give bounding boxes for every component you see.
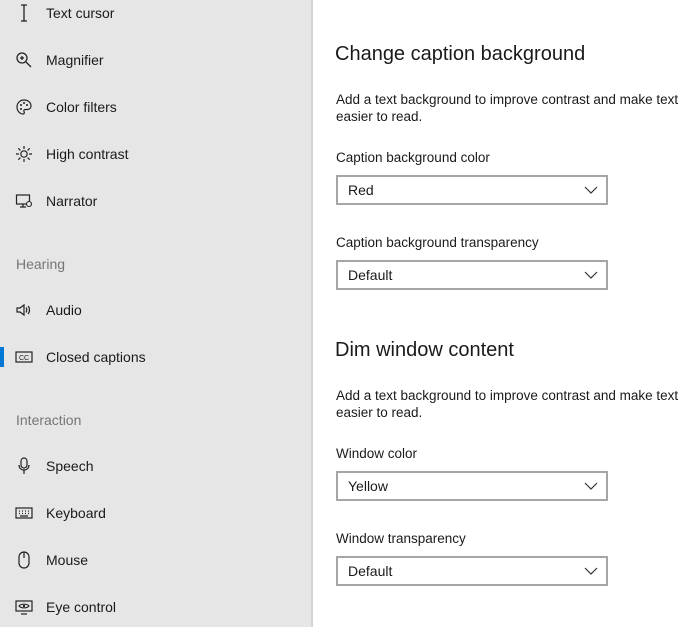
- settings-content: Change caption background Add a text bac…: [313, 0, 700, 627]
- sidebar-item-eye-control[interactable]: Eye control: [0, 587, 311, 627]
- sidebar-item-keyboard[interactable]: Keyboard: [0, 493, 311, 533]
- sidebar-item-label: Closed captions: [46, 349, 146, 365]
- dropdown-value: Yellow: [348, 478, 388, 494]
- sidebar-item-label: Speech: [46, 458, 94, 474]
- chevron-down-icon: [584, 567, 598, 575]
- dropdown-value: Red: [348, 182, 374, 198]
- caption-background-description: Add a text background to improve contras…: [336, 92, 679, 124]
- section-heading-interaction: Interaction: [16, 412, 82, 428]
- svg-text:CC: CC: [19, 355, 29, 362]
- sidebar-item-text-cursor[interactable]: Text cursor: [0, 0, 311, 33]
- sidebar-item-high-contrast[interactable]: High contrast: [0, 134, 311, 174]
- chevron-down-icon: [584, 271, 598, 279]
- window-color-label: Window color: [336, 446, 418, 461]
- sidebar-item-audio[interactable]: Audio: [0, 290, 311, 330]
- narrator-icon: [14, 191, 34, 211]
- chevron-down-icon: [584, 186, 598, 194]
- sidebar-item-label: Audio: [46, 302, 82, 318]
- speaker-icon: [14, 300, 34, 320]
- sidebar-item-mouse[interactable]: Mouse: [0, 540, 311, 580]
- dim-window-description: Add a text background to improve contras…: [336, 388, 679, 420]
- dropdown-value: Default: [348, 563, 393, 579]
- window-transparency-dropdown[interactable]: Default: [336, 556, 608, 586]
- dropdown-value: Default: [348, 267, 393, 283]
- sidebar-item-label: Text cursor: [46, 5, 115, 21]
- text-cursor-icon: [14, 3, 34, 23]
- caption-background-transparency-dropdown[interactable]: Default: [336, 260, 608, 290]
- eye-control-icon: [14, 597, 34, 617]
- caption-background-color-label: Caption background color: [336, 150, 490, 165]
- section-heading-hearing: Hearing: [16, 256, 66, 272]
- sidebar-item-color-filters[interactable]: Color filters: [0, 87, 311, 127]
- caption-background-color-dropdown[interactable]: Red: [336, 175, 608, 205]
- window-color-dropdown[interactable]: Yellow: [336, 471, 608, 501]
- keyboard-icon: [14, 503, 34, 523]
- sidebar-item-label: Magnifier: [46, 52, 104, 68]
- palette-icon: [14, 97, 34, 117]
- sidebar-item-label: Color filters: [46, 99, 117, 115]
- sidebar-item-label: Mouse: [46, 552, 89, 568]
- sidebar-item-label: Narrator: [46, 193, 98, 209]
- chevron-down-icon: [584, 482, 598, 490]
- sidebar-item-speech[interactable]: Speech: [0, 446, 311, 486]
- sidebar-item-label: High contrast: [46, 146, 129, 162]
- sidebar-item-label: Eye control: [46, 599, 117, 615]
- closed-captions-icon: CC: [14, 347, 34, 367]
- window-transparency-label: Window transparency: [336, 531, 466, 546]
- settings-sidebar: Text cursor Magnifier Color filters High…: [0, 0, 311, 627]
- caption-background-transparency-label: Caption background transparency: [336, 235, 539, 250]
- microphone-icon: [14, 456, 34, 476]
- magnifier-icon: [14, 50, 34, 70]
- caption-background-heading: Change caption background: [335, 43, 586, 65]
- sidebar-item-closed-captions[interactable]: CC Closed captions: [0, 337, 311, 377]
- sidebar-item-magnifier[interactable]: Magnifier: [0, 40, 311, 80]
- sidebar-item-narrator[interactable]: Narrator: [0, 181, 311, 221]
- sun-icon: [14, 144, 34, 164]
- sidebar-item-label: Keyboard: [46, 505, 106, 521]
- mouse-icon: [14, 550, 34, 570]
- dim-window-heading: Dim window content: [335, 339, 514, 361]
